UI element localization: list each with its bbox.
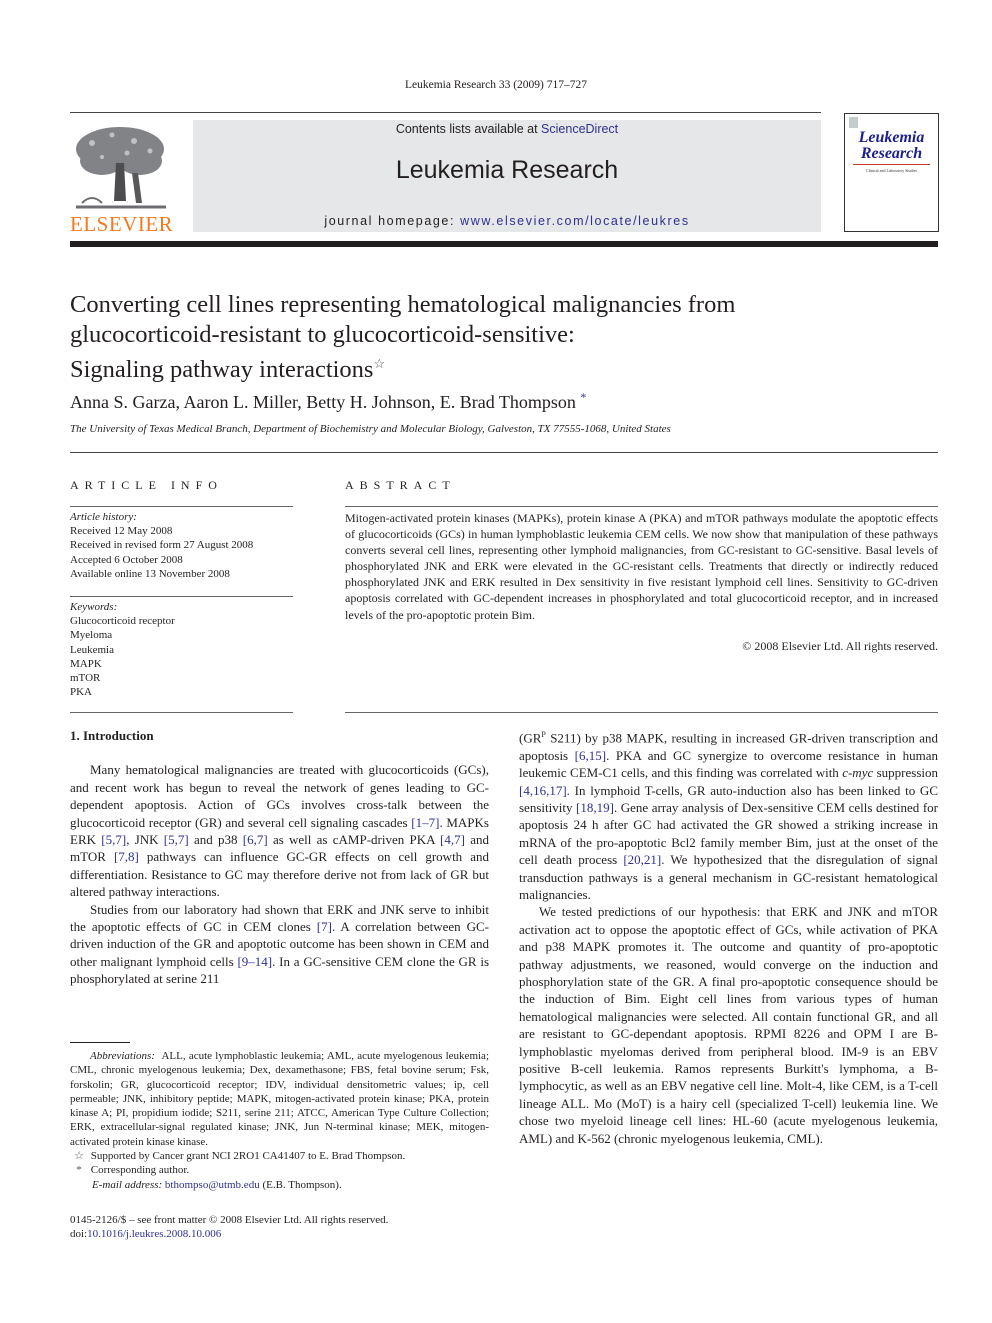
citation-link[interactable]: [7,8] <box>114 849 139 864</box>
funding-text: Supported by Cancer grant NCI 2RO1 CA414… <box>90 1150 406 1163</box>
page-footer: 0145-2126/$ – see front matter © 2008 El… <box>70 1213 500 1241</box>
cover-title-line1: Leukemia <box>858 129 925 146</box>
homepage-line: journal homepage: www.elsevier.com/locat… <box>193 214 821 228</box>
elsevier-logo[interactable]: ELSEVIER <box>70 120 173 236</box>
citation-link[interactable]: [5,7] <box>101 832 126 847</box>
article-history-label: Article history: <box>70 511 137 523</box>
article-info-heading: ARTICLE INFO <box>70 478 223 492</box>
funding-footnote: ☆ Supported by Cancer grant NCI 2RO1 CA4… <box>70 1149 489 1163</box>
history-item: Received 12 May 2008 <box>70 525 173 538</box>
email-label: E-mail address: <box>92 1178 163 1191</box>
keywords-label: Keywords: <box>70 601 118 613</box>
divider <box>70 712 293 713</box>
superscript: P <box>541 730 546 739</box>
header-rule <box>70 112 821 113</box>
citation-link[interactable]: [6,15] <box>575 748 606 763</box>
homepage-prefix: journal homepage: <box>324 214 461 228</box>
keyword-item: PKA <box>70 686 93 699</box>
keyword-item: Myeloma <box>70 629 113 642</box>
divider <box>70 596 293 597</box>
keyword-item: Glucocorticoid receptor <box>70 615 175 628</box>
email-suffix: (E.B. Thompson). <box>259 1178 342 1191</box>
cover-elsevier-icon <box>849 117 858 128</box>
body-column-right: (GRP S211) by p38 MAPK, resulting in inc… <box>519 726 938 1147</box>
abbreviations-footnote: Abbreviations: ALL, acute lymphoblastic … <box>70 1049 489 1149</box>
keyword-item: mTOR <box>70 672 101 685</box>
contents-line: Contents lists available at ScienceDirec… <box>193 122 821 136</box>
journal-banner: Contents lists available at ScienceDirec… <box>193 120 821 232</box>
citation-link[interactable]: [4,16,17] <box>519 783 567 798</box>
running-head: Leukemia Research 33 (2009) 717–727 <box>404 79 588 91</box>
intro-paragraph-2-continued: (GRP S211) by p38 MAPK, resulting in inc… <box>519 730 939 902</box>
footnotes: Abbreviations: ALL, acute lymphoblastic … <box>70 1049 489 1192</box>
history-item: Accepted 6 October 2008 <box>70 553 183 566</box>
citation-link[interactable]: [18,19] <box>576 800 614 815</box>
citation-link[interactable]: [20,21] <box>623 852 661 867</box>
section-heading-introduction: 1. Introduction <box>70 728 154 743</box>
author-list: Anna S. Garza, Aaron L. Miller, Betty H.… <box>70 390 586 413</box>
title-line-1: Converting cell lines representing hemat… <box>70 291 736 318</box>
citation-link[interactable]: [5,7] <box>164 832 189 847</box>
cover-title-line2: Research <box>860 145 923 162</box>
citation-link[interactable]: [9–14] <box>237 954 272 969</box>
header-thick-rule <box>70 241 938 247</box>
cover-rule <box>853 164 930 165</box>
abbreviations-text: ALL, acute lymphoblastic leukemia; AML, … <box>70 1050 489 1148</box>
body-column-left: 1. Introduction Many hematological malig… <box>70 727 489 988</box>
intro-paragraph-1: Many hematological malignancies are trea… <box>70 762 489 900</box>
footnote-rule <box>70 1042 130 1043</box>
doi-link[interactable]: 10.1016/j.leukres.2008.10.006 <box>87 1228 221 1240</box>
doi-prefix: doi: <box>70 1228 88 1240</box>
article-title: Converting cell lines representing hemat… <box>70 290 930 385</box>
history-item: Received in revised form 27 August 2008 <box>70 539 254 552</box>
affiliation: The University of Texas Medical Branch, … <box>70 423 671 435</box>
title-footnote-star-icon[interactable]: ☆ <box>373 356 385 371</box>
email-link[interactable]: bthompso@utmb.edu <box>165 1179 260 1191</box>
corresponding-text: Corresponding author. <box>90 1164 190 1177</box>
abstract-copyright: © 2008 Elsevier Ltd. All rights reserved… <box>742 639 938 653</box>
abstract-heading: ABSTRACT <box>345 478 456 492</box>
citation-link[interactable]: [1–7] <box>411 815 439 830</box>
contents-prefix: Contents lists available at <box>395 122 542 136</box>
cover-subtitle: Clinical and Laboratory Studies <box>866 168 917 173</box>
italic-term: c-myc <box>842 765 874 781</box>
cover-title: Leukemia Research <box>845 130 938 162</box>
keyword-item: Leukemia <box>70 643 114 656</box>
authors-text: Anna S. Garza, Aaron L. Miller, Betty H.… <box>70 392 576 412</box>
history-item: Available online 13 November 2008 <box>70 567 230 580</box>
citation-link[interactable]: [7] <box>317 919 332 934</box>
citation-link[interactable]: [6,7] <box>243 832 268 847</box>
sciencedirect-link[interactable]: ScienceDirect <box>541 122 618 136</box>
email-line: E-mail address: bthompso@utmb.edu (E.B. … <box>70 1178 489 1192</box>
footnote-star-icon: ☆ <box>74 1150 84 1163</box>
journal-cover-thumbnail[interactable]: Leukemia Research Clinical and Laborator… <box>844 113 939 232</box>
intro-paragraph-3: We tested predictions of our hypothesis:… <box>519 904 938 1146</box>
doi-line: doi:10.1016/j.leukres.2008.10.006 <box>70 1227 500 1241</box>
citation-link[interactable]: [4,7] <box>440 832 465 847</box>
abstract-text: Mitogen-activated protein kinases (MAPKs… <box>345 511 938 622</box>
journal-homepage-link[interactable]: www.elsevier.com/locate/leukres <box>460 214 690 228</box>
article-history: Article history: Received 12 May 2008 Re… <box>70 510 300 581</box>
divider <box>70 452 938 453</box>
elsevier-wordmark: ELSEVIER <box>70 212 174 236</box>
asterisk-icon: * <box>76 1164 82 1177</box>
keyword-item: MAPK <box>70 657 102 670</box>
divider <box>345 712 938 713</box>
title-line-3: Signaling pathway interactions☆ <box>70 349 930 385</box>
elsevier-tree-icon <box>76 127 166 209</box>
title-line-3-text: Signaling pathway interactions <box>70 356 374 384</box>
keywords: Keywords: Glucocorticoid receptor Myelom… <box>70 600 300 699</box>
corresponding-author-link[interactable]: * <box>580 390 586 404</box>
corresponding-footnote: * Corresponding author. <box>70 1163 489 1177</box>
issn-line: 0145-2126/$ – see front matter © 2008 El… <box>70 1214 389 1226</box>
journal-title: Leukemia Research <box>395 156 619 184</box>
title-line-2: glucocorticoid-resistant to glucocortico… <box>70 320 575 348</box>
divider <box>345 506 938 507</box>
abbreviations-label: Abbreviations: <box>90 1050 155 1062</box>
divider <box>70 506 293 507</box>
intro-paragraph-2: Studies from our laboratory had shown th… <box>70 901 490 987</box>
